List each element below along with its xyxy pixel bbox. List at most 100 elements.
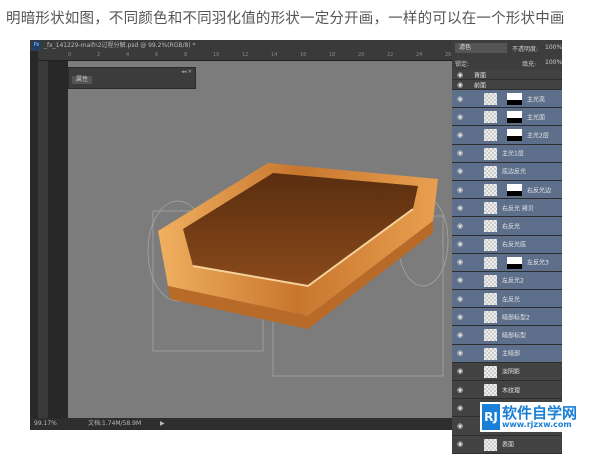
opacity-input[interactable]: 100% <box>545 44 562 51</box>
layer-name: 左反光 <box>502 296 521 304</box>
layer-row[interactable]: ◉ 暗部标型 <box>452 326 562 345</box>
layer-name: 主暗部 <box>502 350 521 358</box>
eye-icon[interactable]: ◉ <box>457 149 463 157</box>
ruler-tick: 10 <box>213 52 220 58</box>
eye-icon[interactable]: ◉ <box>457 367 463 375</box>
layer-name: 右反光 <box>502 223 521 231</box>
layer-row[interactable]: ◉ 主光2层 <box>452 126 562 145</box>
layer-row[interactable]: ◉ 底边反光 <box>452 162 562 181</box>
eye-icon[interactable]: ◉ <box>457 113 463 121</box>
layer-row[interactable]: ◉ 主暗部 <box>452 344 562 363</box>
layer-name: 左反光3 <box>527 259 549 267</box>
blend-mode-select[interactable]: 滤色 <box>455 43 507 53</box>
layer-mask[interactable] <box>507 111 522 124</box>
layer-name: 右反光 拷贝 <box>502 205 534 213</box>
layer-mask[interactable] <box>507 129 522 142</box>
layer-thumbnail <box>484 293 497 306</box>
properties-tab[interactable]: 属性 <box>72 76 93 84</box>
eye-icon[interactable]: ◉ <box>457 386 463 394</box>
layer-thumbnail <box>484 111 497 124</box>
fill-label: 填充: <box>522 61 537 68</box>
layer-name: 木纹理 <box>502 387 521 395</box>
ruler-tick: 2 <box>97 52 101 58</box>
eye-icon[interactable]: ◉ <box>457 404 463 412</box>
layer-group[interactable]: ◉ 背面 <box>452 70 562 80</box>
opacity-label: 不透明度: <box>512 46 539 53</box>
status-menu-arrow[interactable]: ▶ <box>160 418 165 430</box>
layers-list: ◉ 背面 ◉ 前面 ◉ 主光亮 ◉ 主光面 ◉ 主光2层 ◉ 主光1层 ◉ 底边反光 ◉ 右反光边 ◉ 右反光 拷… <box>452 70 562 454</box>
eye-icon[interactable]: ◉ <box>457 204 463 212</box>
layer-thumbnail <box>484 274 497 287</box>
layer-row[interactable]: ◉ 木纹理 <box>452 381 562 400</box>
eye-icon[interactable]: ◉ <box>457 349 463 357</box>
ruler-tick: 4 <box>126 52 130 58</box>
layer-row[interactable]: ◉ 主光1层 <box>452 144 562 163</box>
layer-name: 暗部标型 <box>502 332 527 340</box>
layer-name: 主光面 <box>527 114 546 122</box>
layer-row[interactable]: ◉ 暗部标型2 <box>452 308 562 327</box>
layer-thumbnail <box>484 365 497 378</box>
layer-group[interactable]: ◉ 前面 <box>452 80 562 90</box>
layer-name: 主光2层 <box>527 132 549 140</box>
layer-row[interactable]: ◉ 主光面 <box>452 108 562 127</box>
eye-icon[interactable]: ◉ <box>457 131 463 139</box>
eye-icon[interactable]: ◉ <box>457 422 463 430</box>
layer-thumbnail <box>484 202 497 215</box>
layer-name: 右反光边 <box>527 187 552 195</box>
layer-row[interactable]: ◉ 表面 <box>452 435 562 454</box>
eye-icon[interactable]: ◉ <box>457 295 463 303</box>
layer-row[interactable]: ◉ 右反光 拷贝 <box>452 199 562 218</box>
group-name: 背面 <box>474 72 487 79</box>
layer-thumbnail <box>484 129 497 142</box>
layer-row[interactable]: ◉ 左反光3 <box>452 253 562 272</box>
layer-thumbnail <box>484 183 497 196</box>
panel-controls[interactable]: ◂◂ ✕ <box>181 69 192 75</box>
layer-name: 主光1层 <box>502 150 524 158</box>
eye-icon[interactable]: ◉ <box>457 71 463 79</box>
lock-label: 锁定: <box>455 61 470 68</box>
eye-icon[interactable]: ◉ <box>457 258 463 266</box>
layer-row[interactable]: ◉ 右反光底 <box>452 235 562 254</box>
layer-mask[interactable] <box>507 183 522 196</box>
eye-icon[interactable]: ◉ <box>457 167 463 175</box>
ps-icon: Ps <box>32 41 41 50</box>
layer-row[interactable]: ◉ 右反光边 <box>452 180 562 200</box>
eye-icon[interactable]: ◉ <box>457 276 463 284</box>
document-tab[interactable]: Ps _fx_141229-maifn2过程分解.psd @ 99.2%(RGB/… <box>30 40 452 51</box>
layer-row[interactable]: ◉ 左反光2 <box>452 271 562 291</box>
eye-icon[interactable]: ◉ <box>457 313 463 321</box>
layer-mask[interactable] <box>507 256 522 269</box>
status-bar: 99.17% 文档:1.74M/58.9M ▶ <box>30 418 452 430</box>
ruler-tick: 20 <box>358 52 365 58</box>
zoom-level[interactable]: 99.17% <box>34 418 57 430</box>
layer-thumbnail <box>484 238 497 251</box>
layer-name: 淡阴影 <box>502 368 521 376</box>
eye-icon[interactable]: ◉ <box>457 81 463 89</box>
layer-mask[interactable] <box>507 93 522 105</box>
ruler-top: 0 2 4 6 8 10 12 14 16 18 20 22 24 26 <box>38 51 452 61</box>
layers-panel: 滤色 不透明度: 100% 锁定: 填充: 100% ◉ 背面 ◉ 前面 ◉ 主光亮 ◉ 主光… <box>452 40 562 454</box>
layer-thumbnail <box>484 256 497 269</box>
ruler-tick: 16 <box>300 52 307 58</box>
ruler-tick: 6 <box>155 52 159 58</box>
eye-icon[interactable]: ◉ <box>457 95 463 103</box>
eye-icon[interactable]: ◉ <box>457 186 463 194</box>
eye-icon[interactable]: ◉ <box>457 222 463 230</box>
eye-icon[interactable]: ◉ <box>457 331 463 339</box>
ruler-tick: 8 <box>184 52 188 58</box>
properties-panel[interactable]: 属性 ◂◂ ✕ <box>68 67 196 89</box>
canvas[interactable] <box>68 61 452 418</box>
ruler-tick: 0 <box>68 52 72 58</box>
layer-row[interactable]: ◉ 淡阴影 <box>452 362 562 381</box>
photoshop-window: Ps _fx_141229-maifn2过程分解.psd @ 99.2%(RGB/… <box>30 40 562 454</box>
watermark: RJ 软件自学网 www.rjzxw.com <box>480 402 598 432</box>
eye-icon[interactable]: ◉ <box>457 440 463 448</box>
layer-thumbnail <box>484 347 497 360</box>
layer-row[interactable]: ◉ 主光亮 <box>452 90 562 109</box>
layer-thumbnail <box>484 329 497 342</box>
layer-name: 表面 <box>502 441 515 449</box>
layer-row[interactable]: ◉ 左反光 <box>452 290 562 309</box>
fill-input[interactable]: 100% <box>545 59 562 66</box>
layer-row[interactable]: ◉ 右反光 <box>452 217 562 236</box>
eye-icon[interactable]: ◉ <box>457 240 463 248</box>
